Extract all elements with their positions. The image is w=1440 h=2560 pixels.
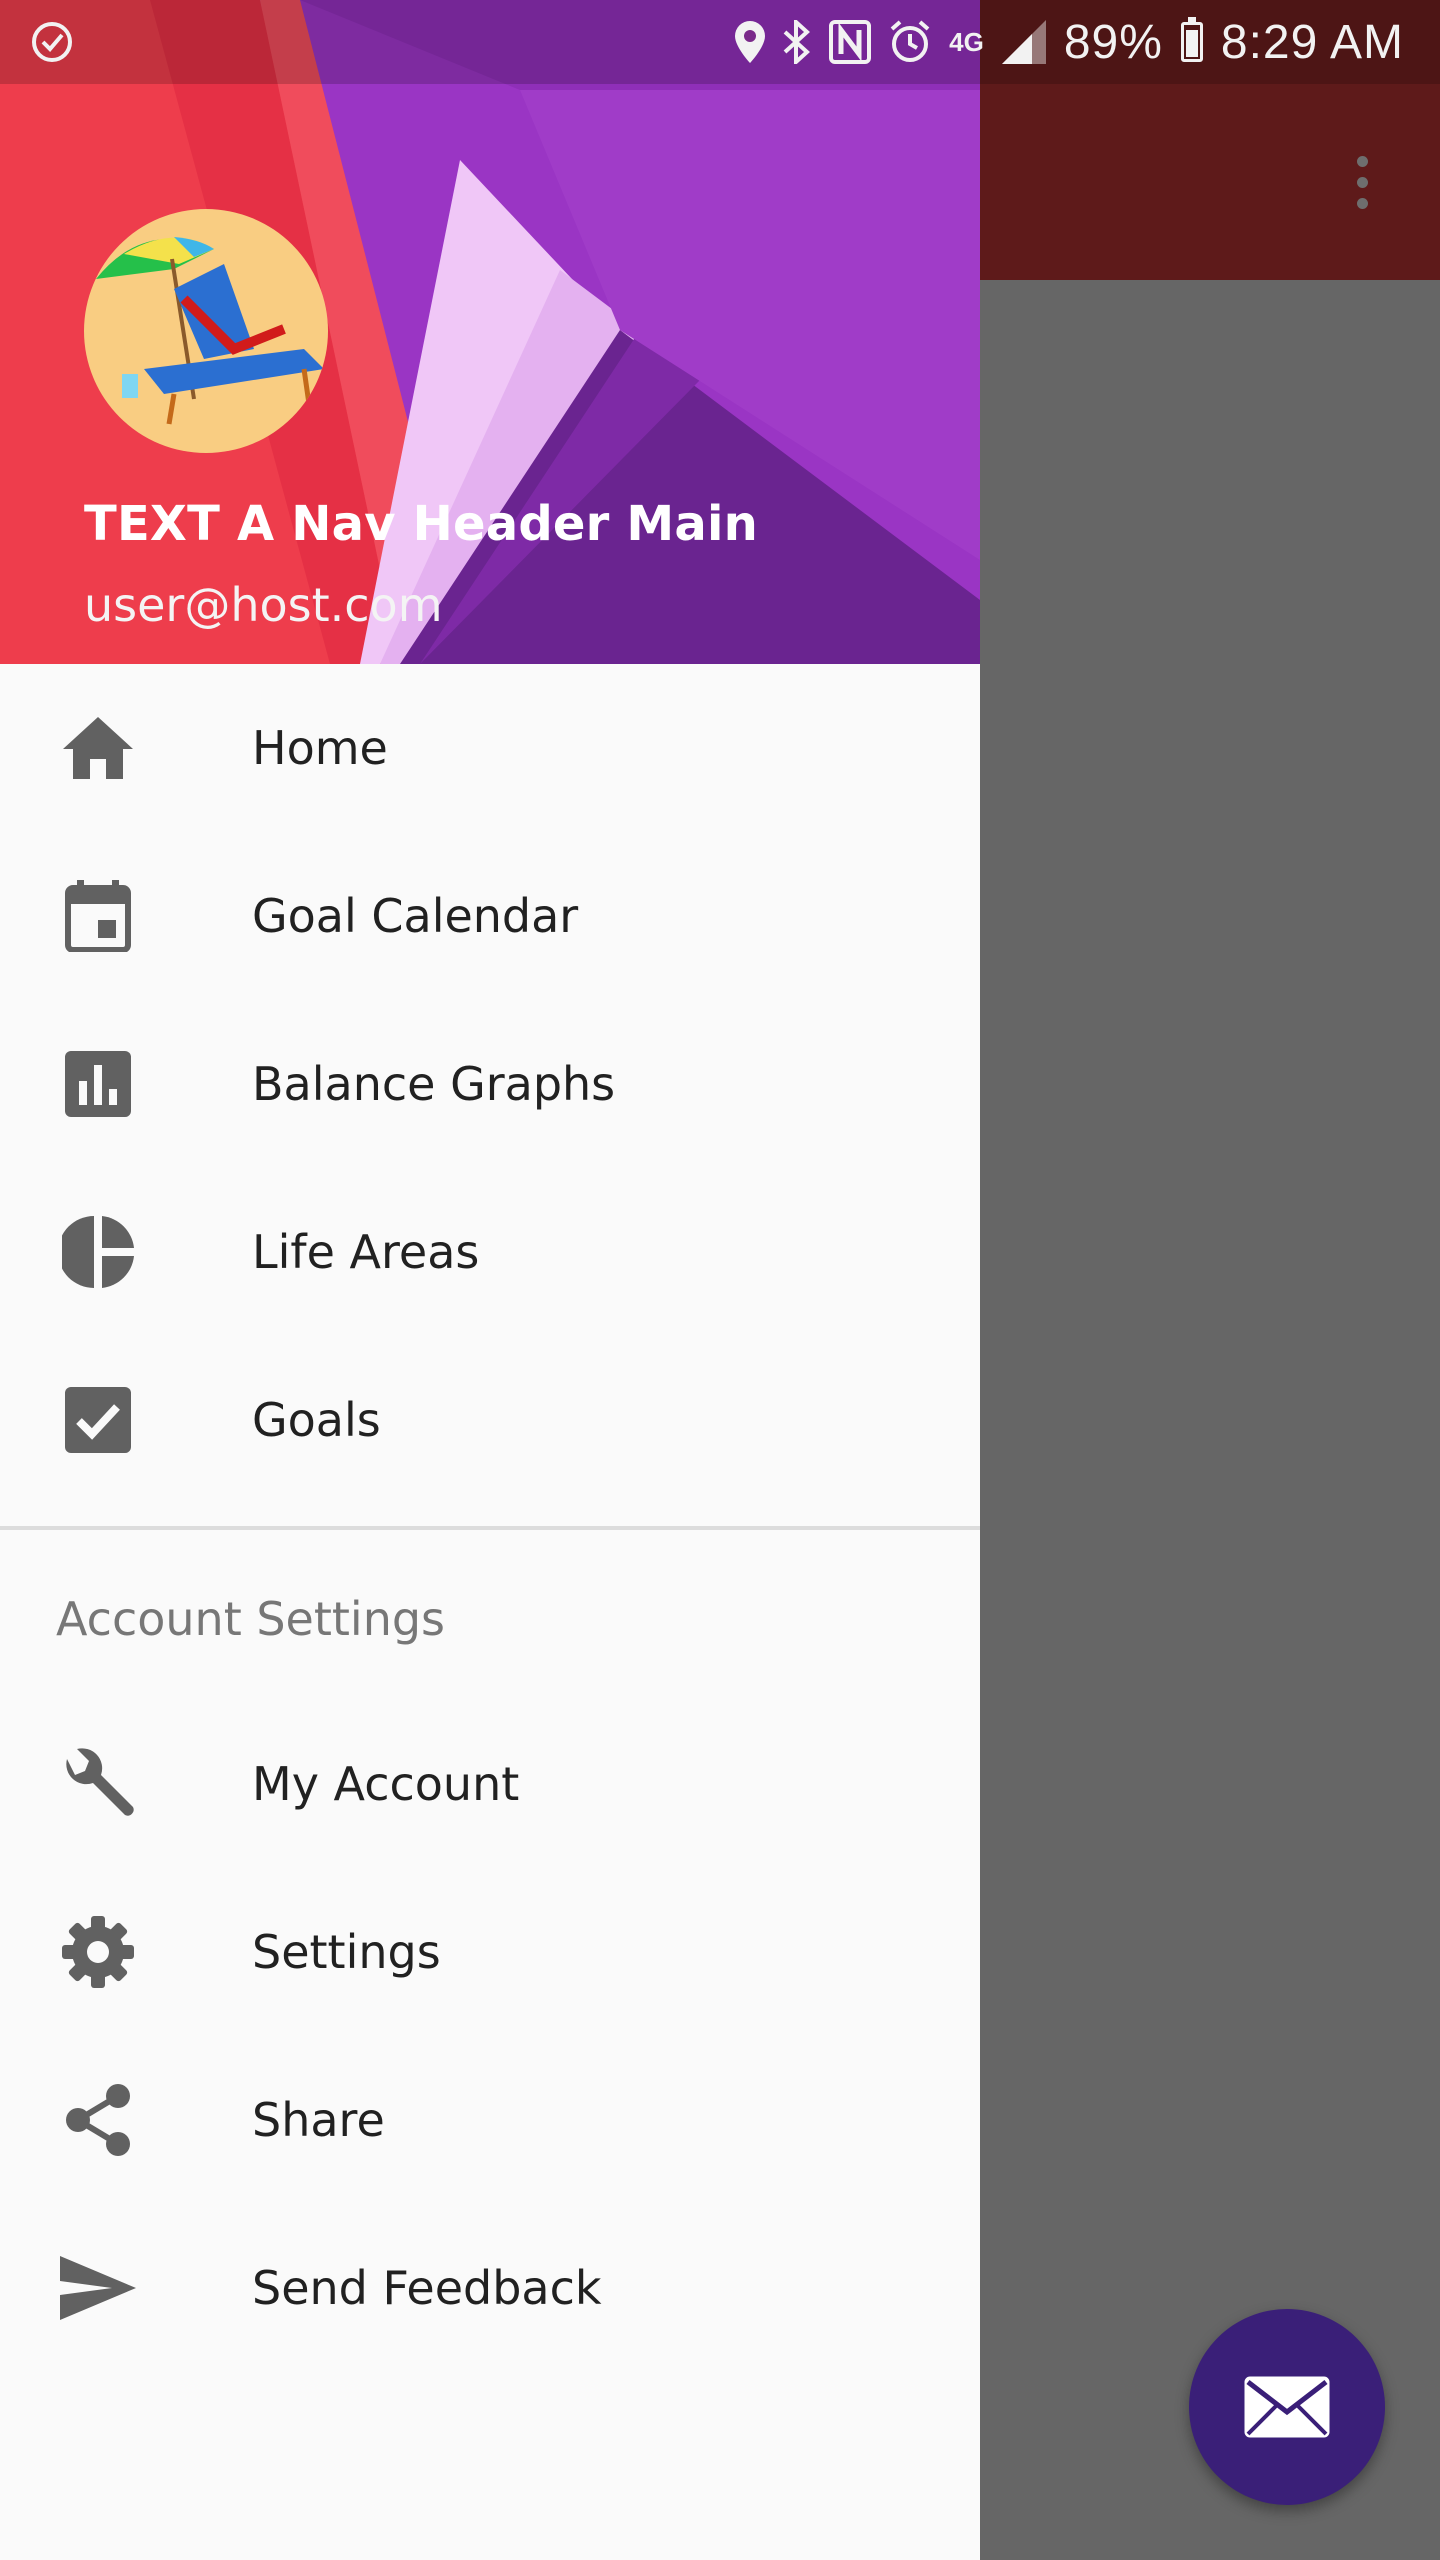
drawer-item-label: My Account: [252, 1757, 520, 1811]
drawer-item-balance-graphs[interactable]: Balance Graphs: [0, 1000, 980, 1168]
battery-percent: 89%: [1063, 15, 1163, 69]
calendar-icon: [56, 874, 140, 958]
drawer-item-goals[interactable]: Goals: [0, 1336, 980, 1504]
drawer-item-life-areas[interactable]: Life Areas: [0, 1168, 980, 1336]
drawer-item-home[interactable]: Home: [0, 664, 980, 832]
clock-check-icon: [32, 22, 72, 62]
beach-chair-icon: [96, 237, 324, 425]
section-title-account-settings: Account Settings: [56, 1592, 446, 1646]
battery-icon: [1180, 17, 1203, 62]
avatar[interactable]: [84, 209, 328, 453]
gear-icon: [56, 1910, 140, 1994]
bar-chart-icon: [56, 1042, 140, 1126]
bluetooth-icon: [783, 20, 811, 64]
drawer-header: TEXT A Nav Header Main user@host.com: [0, 0, 980, 664]
drawer-item-label: Settings: [252, 1925, 441, 1979]
drawer-item-settings[interactable]: Settings: [0, 1868, 980, 2036]
status-time: 8:29 AM: [1220, 15, 1404, 69]
drawer-item-my-account[interactable]: My Account: [0, 1700, 980, 1868]
drawer-item-label: Balance Graphs: [252, 1057, 616, 1111]
home-icon: [56, 706, 140, 790]
drawer-item-label: Home: [252, 721, 388, 775]
drawer-item-share[interactable]: Share: [0, 2036, 980, 2204]
drawer-item-goal-calendar[interactable]: Goal Calendar: [0, 832, 980, 1000]
network-tag: 4G: [949, 26, 984, 57]
drawer-item-label: Goal Calendar: [252, 889, 579, 943]
drawer-item-label: Goals: [252, 1393, 381, 1447]
location-icon: [735, 21, 766, 63]
more-vert-icon[interactable]: [1326, 140, 1398, 224]
drawer-menu: Home Goal Calendar Balance Graphs Life A…: [0, 664, 980, 2372]
status-bar: 4G 89% 8:29 AM: [0, 0, 1440, 84]
drawer-item-send-feedback[interactable]: Send Feedback: [0, 2204, 980, 2372]
mail-fab-button[interactable]: [1189, 2309, 1385, 2505]
header-email: user@host.com: [84, 578, 443, 632]
signal-icon: [1001, 20, 1046, 64]
drawer-item-label: Share: [252, 2093, 385, 2147]
nfc-icon: [829, 20, 872, 64]
drawer-item-label: Life Areas: [252, 1225, 480, 1279]
wrench-icon: [56, 1742, 140, 1826]
pie-chart-icon: [56, 1210, 140, 1294]
alarm-icon: [890, 20, 930, 62]
navigation-drawer: TEXT A Nav Header Main user@host.com Hom…: [0, 0, 980, 2560]
drawer-item-label: Send Feedback: [252, 2261, 602, 2315]
header-name: TEXT A Nav Header Main: [84, 496, 759, 552]
send-icon: [56, 2246, 140, 2330]
checkbox-icon: [56, 1378, 140, 1462]
mail-icon: [1244, 2376, 1330, 2438]
share-icon: [56, 2078, 140, 2162]
